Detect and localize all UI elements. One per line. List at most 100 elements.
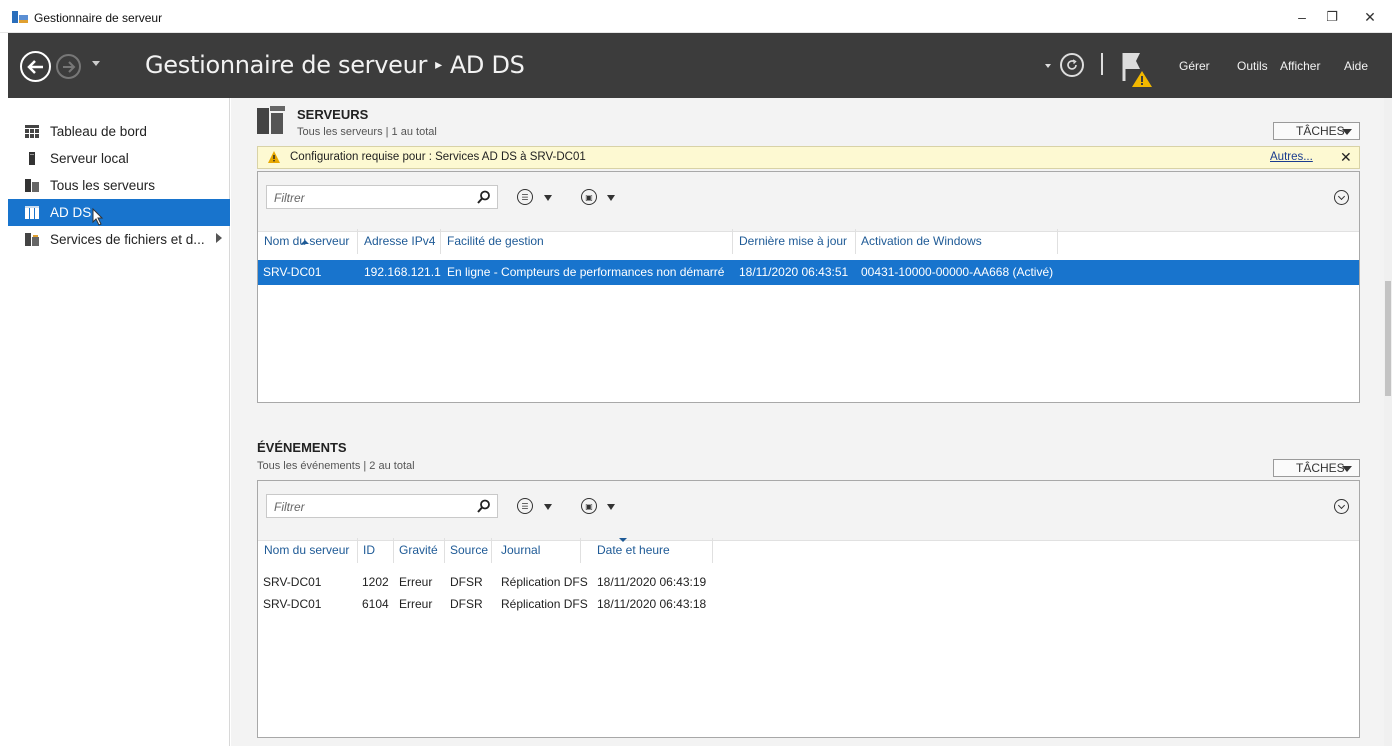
events-filter-input[interactable]: Filtrer [266, 494, 498, 518]
warning-icon [268, 151, 280, 163]
events-panel: Filtrer ☰ ▣ Nom du serveur ID Gravité So… [257, 480, 1360, 738]
table-row[interactable]: SRV-DC01 6104 Erreur DFSR Réplication DF… [258, 597, 1359, 617]
column-divider [357, 229, 358, 254]
navigation-sidebar: Tableau de bord Serveur local Tous les s… [8, 98, 230, 746]
save-query-icon[interactable]: ▣ [581, 498, 597, 514]
table-row[interactable]: SRV-DC01 192.168.121.1 En ligne - Compte… [258, 260, 1359, 285]
servers-filter-input[interactable]: Filtrer [266, 185, 498, 209]
table-row[interactable]: SRV-DC01 1202 Erreur DFSR Réplication DF… [258, 575, 1359, 595]
list-options-dropdown-icon[interactable] [544, 195, 552, 201]
menu-view[interactable]: Afficher [1280, 59, 1320, 73]
column-header-date-time[interactable]: Date et heure [597, 543, 670, 557]
save-query-dropdown-icon[interactable] [607, 195, 615, 201]
column-header-server-name[interactable]: Nom du serveur [264, 543, 349, 557]
chevron-down-icon [1342, 466, 1352, 472]
main-content: SERVEURS Tous les serveurs | 1 au total … [231, 98, 1392, 746]
servers-toolbar: Filtrer ☰ ▣ [258, 172, 1359, 232]
close-button[interactable]: ✕ [1350, 4, 1390, 30]
breadcrumb-separator: ▸ [435, 57, 442, 73]
sort-descending-icon [619, 538, 627, 542]
main-scrollbar[interactable] [1384, 98, 1392, 746]
column-header-server-name[interactable]: Nom du serveur [264, 234, 349, 248]
collapse-section-icon[interactable] [1334, 499, 1349, 514]
scrollbar-thumb[interactable] [1385, 281, 1391, 396]
save-query-dropdown-icon[interactable] [607, 504, 615, 510]
servers-panel: Filtrer ☰ ▣ Nom du serveur Adresse IPv4 … [257, 171, 1360, 403]
all-servers-icon [25, 179, 39, 192]
breadcrumb-root[interactable]: Gestionnaire de serveur [145, 51, 427, 79]
search-icon[interactable] [477, 190, 491, 204]
refresh-button[interactable] [1060, 53, 1084, 77]
column-divider [440, 229, 441, 254]
cell-source: DFSR [450, 575, 483, 589]
sidebar-item-ad-ds[interactable]: AD DS [8, 199, 230, 226]
notice-more-link[interactable]: Autres... [1270, 151, 1313, 163]
sidebar-item-label: Serveur local [50, 151, 129, 166]
cell-date-time: 18/11/2020 06:43:18 [597, 597, 707, 611]
column-divider [732, 229, 733, 254]
column-header-manageability[interactable]: Facilité de gestion [447, 234, 544, 248]
notice-message: Configuration requise pour : Services AD… [290, 151, 586, 163]
servers-tasks-button[interactable]: TÂCHES [1273, 122, 1360, 140]
breadcrumb: Gestionnaire de serveur ▸ AD DS [145, 51, 525, 79]
column-header-windows-activation[interactable]: Activation de Windows [861, 234, 982, 248]
list-view-options-icon[interactable]: ☰ [517, 498, 533, 514]
arrow-left-icon [26, 59, 43, 74]
sidebar-item-file-services[interactable]: Services de fichiers et d... [8, 226, 230, 253]
filter-placeholder: Filtrer [274, 500, 305, 514]
servers-section-subtitle: Tous les serveurs | 1 au total [297, 126, 437, 138]
mouse-cursor-icon [92, 208, 104, 226]
ad-ds-icon [25, 206, 39, 219]
menu-manage[interactable]: Gérer [1179, 59, 1210, 73]
nav-history-dropdown[interactable] [92, 61, 100, 66]
notifications-flag-icon[interactable] [1118, 49, 1160, 87]
menu-tools[interactable]: Outils [1237, 59, 1268, 73]
tasks-label: TÂCHES [1296, 461, 1345, 475]
cell-ipv4: 192.168.121.1 [364, 265, 441, 279]
sidebar-item-dashboard[interactable]: Tableau de bord [8, 118, 230, 145]
restore-button[interactable]: ❐ [1312, 4, 1352, 30]
cell-log: Réplication DFS [501, 575, 588, 589]
file-services-icon [25, 233, 39, 246]
cell-id: 1202 [362, 575, 389, 589]
chevron-down-icon [1342, 129, 1352, 135]
collapse-section-icon[interactable] [1334, 190, 1349, 205]
cell-source: DFSR [450, 597, 483, 611]
servers-section-title: SERVEURS [297, 107, 369, 122]
servers-section-icon [257, 106, 285, 134]
column-header-source[interactable]: Source [450, 543, 488, 557]
breadcrumb-current: AD DS [449, 51, 525, 79]
column-header-id[interactable]: ID [363, 543, 375, 557]
search-icon[interactable] [477, 499, 491, 513]
cell-severity: Erreur [399, 575, 433, 589]
column-divider [580, 538, 581, 563]
app-header: Gestionnaire de serveur ▸ AD DS Gérer Outi… [8, 33, 1392, 98]
column-divider [855, 229, 856, 254]
column-header-last-update[interactable]: Dernière mise à jour [739, 234, 847, 248]
list-options-dropdown-icon[interactable] [544, 504, 552, 510]
column-divider [444, 538, 445, 563]
column-header-log[interactable]: Journal [501, 543, 540, 557]
list-view-options-icon[interactable]: ☰ [517, 189, 533, 205]
column-divider [357, 538, 358, 563]
refresh-icon [1067, 59, 1077, 70]
configuration-notice-bar: Configuration requise pour : Services AD… [257, 146, 1360, 169]
column-header-ipv4[interactable]: Adresse IPv4 [364, 234, 435, 248]
notice-close-button[interactable]: ✕ [1340, 149, 1352, 166]
forward-button[interactable] [56, 54, 81, 79]
refresh-dropdown-icon[interactable] [1045, 64, 1051, 68]
cell-server-name: SRV-DC01 [263, 575, 322, 589]
sidebar-item-label: Tous les serveurs [50, 178, 156, 193]
cell-severity: Erreur [399, 597, 433, 611]
sidebar-item-all-servers[interactable]: Tous les serveurs [8, 172, 230, 199]
expand-arrow-icon[interactable] [216, 233, 222, 243]
cell-date-time: 18/11/2020 06:43:19 [597, 575, 707, 589]
cell-server-name: SRV-DC01 [263, 265, 322, 279]
events-tasks-button[interactable]: TÂCHES [1273, 459, 1360, 477]
menu-help[interactable]: Aide [1344, 59, 1368, 73]
window-title: Gestionnaire de serveur [34, 11, 163, 25]
back-button[interactable] [20, 51, 51, 82]
column-header-severity[interactable]: Gravité [399, 543, 438, 557]
sidebar-item-local-server[interactable]: Serveur local [8, 145, 230, 172]
save-query-icon[interactable]: ▣ [581, 189, 597, 205]
